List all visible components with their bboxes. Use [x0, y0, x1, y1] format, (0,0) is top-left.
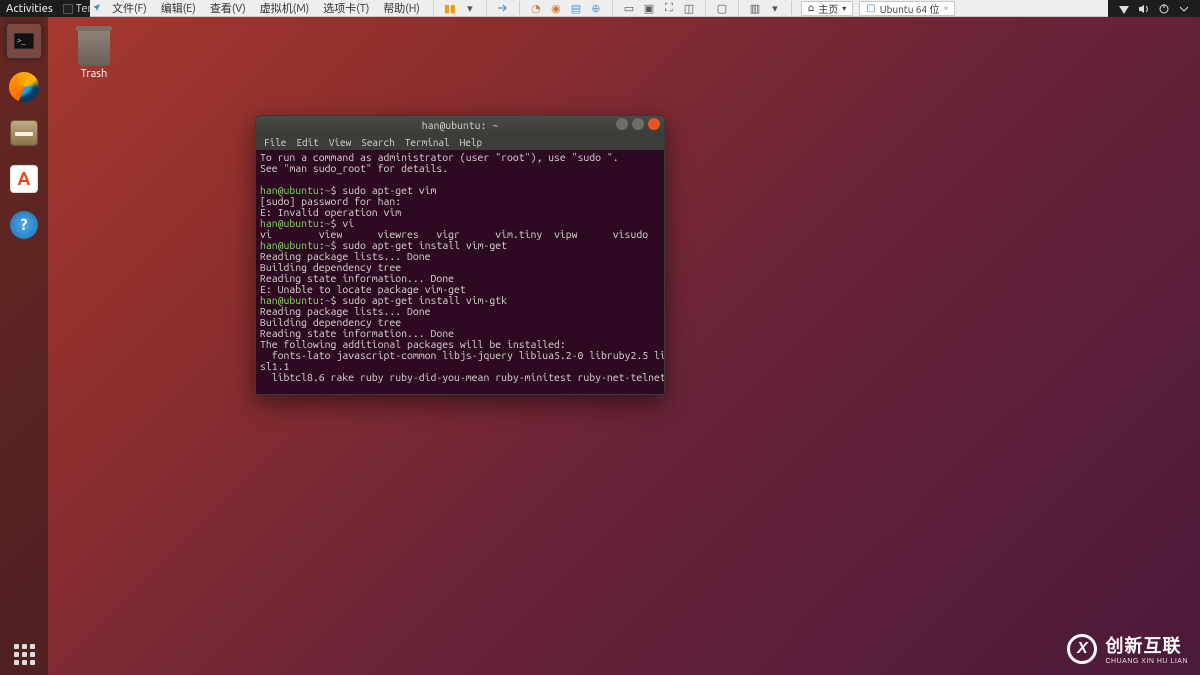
trash-label: Trash	[72, 68, 116, 80]
vm-menu-view[interactable]: 查看(V)	[206, 0, 250, 17]
activities-button[interactable]: Activities	[0, 3, 59, 15]
vm-tab-home-label: 主页	[818, 1, 838, 16]
net-icon[interactable]: ▤	[569, 1, 583, 15]
dropdown-icon[interactable]	[1178, 3, 1190, 15]
system-tray[interactable]	[1108, 0, 1200, 17]
watermark-logo-icon: X	[1067, 634, 1097, 664]
tools-icon[interactable]: ▥	[748, 1, 762, 15]
dock-help[interactable]: ?	[6, 207, 42, 243]
svg-text:>_: >_	[17, 36, 26, 45]
terminal-icon	[63, 4, 73, 14]
terminal-title-text: han@ubuntu: ~	[422, 119, 498, 131]
watermark-sub: CHUANG XIN HU LIAN	[1105, 658, 1188, 665]
home-icon: ⌂	[808, 2, 814, 14]
vm-menu-file[interactable]: 文件(F)	[108, 0, 151, 17]
dropdown-icon[interactable]: ▾	[842, 4, 846, 13]
show-applications-button[interactable]	[14, 644, 35, 665]
close-tab-icon[interactable]: ×	[943, 3, 948, 13]
volume-icon[interactable]	[1138, 3, 1150, 15]
dock-terminal[interactable]: >_	[6, 23, 42, 59]
dock-firefox[interactable]	[6, 69, 42, 105]
pause-icon[interactable]: ▮▮	[443, 1, 457, 15]
terminal-menubar: File Edit View Search Terminal Help	[256, 134, 664, 150]
network-icon[interactable]	[1118, 3, 1130, 15]
vm-icon: ▢	[866, 2, 875, 14]
desktop-trash[interactable]: Trash	[72, 30, 116, 80]
unity-icon[interactable]: ◫	[682, 1, 696, 15]
term-menu-terminal[interactable]: Terminal	[405, 137, 450, 148]
dropdown-icon[interactable]: ▾	[768, 1, 782, 15]
dock-files[interactable]	[6, 115, 42, 151]
vm-tab-ubuntu-label: Ubuntu 64 位	[880, 1, 940, 16]
dock-software[interactable]: A	[6, 161, 42, 197]
terminal-output[interactable]: To run a command as administrator (user …	[256, 150, 664, 394]
window-close-button[interactable]	[648, 118, 660, 130]
gnome-topbar: Activities Ter…	[0, 0, 90, 17]
view2-icon[interactable]: ▣	[642, 1, 656, 15]
vm-menu-edit[interactable]: 编辑(E)	[157, 0, 200, 17]
watermark: X 创新互联 CHUANG XIN HU LIAN	[1067, 632, 1188, 665]
fullscreen-icon[interactable]: ⛶	[662, 1, 676, 15]
vm-tab-home[interactable]: ⌂ 主页 ▾	[801, 1, 853, 16]
dropdown-icon[interactable]: ▾	[463, 1, 477, 15]
term-menu-help[interactable]: Help	[460, 137, 482, 148]
term-menu-search[interactable]: Search	[361, 137, 395, 148]
term-menu-view[interactable]: View	[329, 137, 351, 148]
view1-icon[interactable]: ▭	[622, 1, 636, 15]
snapshot-icon[interactable]: ▢	[715, 1, 729, 15]
dock: >_ A ?	[0, 17, 48, 675]
term-menu-edit[interactable]: Edit	[296, 137, 318, 148]
active-app-indicator[interactable]: Ter…	[59, 3, 106, 15]
cd-icon[interactable]: ◉	[549, 1, 563, 15]
usb-icon[interactable]: ⊕	[589, 1, 603, 15]
vm-menu-tabs[interactable]: 选项卡(T)	[319, 0, 373, 17]
watermark-main: 创新互联	[1105, 632, 1188, 658]
power-icon[interactable]	[1158, 3, 1170, 15]
vm-menu-help[interactable]: 帮助(H)	[379, 0, 424, 17]
term-menu-file[interactable]: File	[264, 137, 286, 148]
window-maximize-button[interactable]	[632, 118, 644, 130]
terminal-titlebar[interactable]: han@ubuntu: ~	[256, 116, 664, 134]
active-app-label: Ter…	[76, 3, 102, 15]
vm-tab-ubuntu[interactable]: ▢ Ubuntu 64 位 ×	[859, 1, 955, 16]
window-minimize-button[interactable]	[616, 118, 628, 130]
trash-icon	[78, 30, 110, 66]
disk-icon[interactable]: ◔	[529, 1, 543, 15]
send-icon[interactable]	[496, 1, 510, 15]
terminal-window: han@ubuntu: ~ File Edit View Search Term…	[255, 115, 665, 395]
vm-menu-vm[interactable]: 虚拟机(M)	[256, 0, 314, 17]
vm-host-toolbar: 文件(F) 编辑(E) 查看(V) 虚拟机(M) 选项卡(T) 帮助(H) ▮▮…	[0, 0, 1200, 17]
